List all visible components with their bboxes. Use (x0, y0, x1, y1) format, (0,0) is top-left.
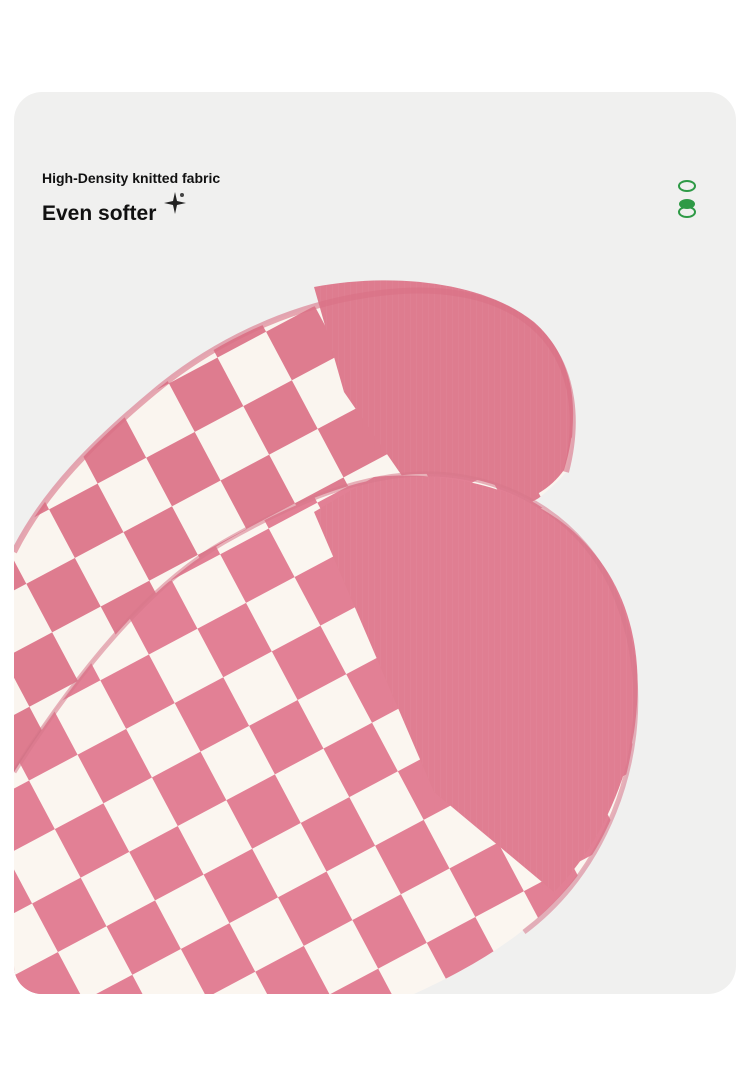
product-card: High-Density knitted fabric Even softer (14, 92, 736, 994)
sock-photo (14, 280, 639, 994)
page: High-Density knitted fabric Even softer (0, 0, 750, 1088)
green-rings-icon (678, 180, 696, 218)
sparkle-icon (164, 192, 186, 214)
feature-subtitle: High-Density knitted fabric (42, 170, 221, 186)
feature-headline: Even softer (42, 202, 157, 225)
